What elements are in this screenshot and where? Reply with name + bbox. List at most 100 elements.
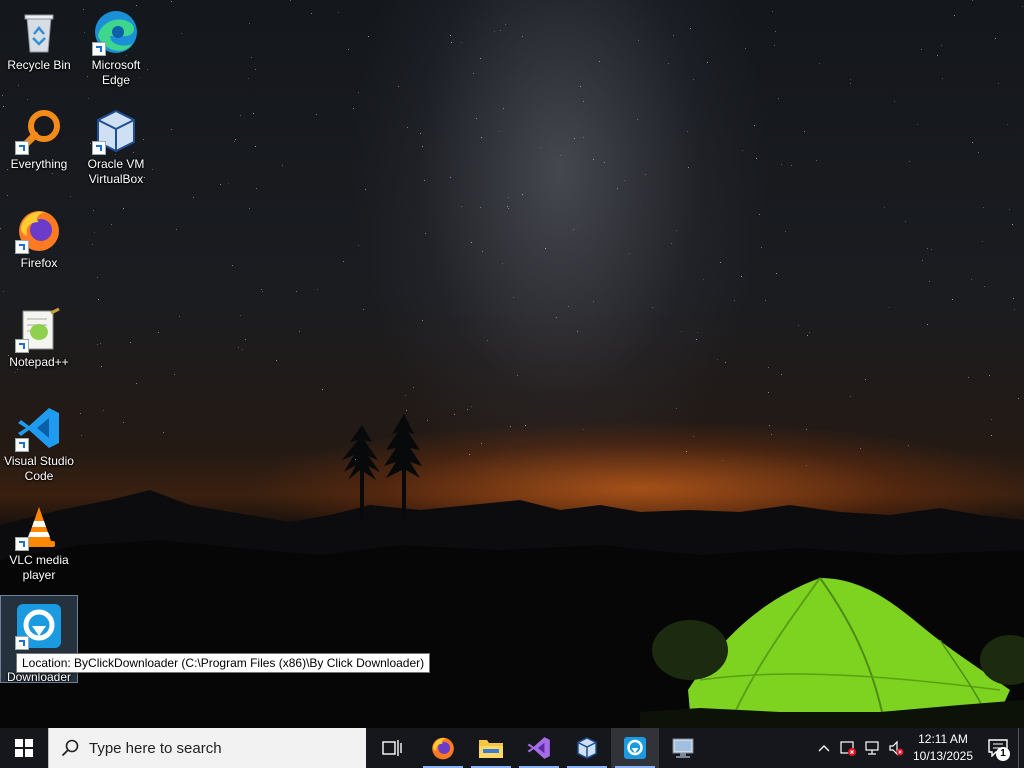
star-dot bbox=[865, 379, 866, 380]
taskbar-clock[interactable]: 12:11 AM 10/13/2025 bbox=[908, 731, 978, 765]
star-dot bbox=[583, 101, 584, 102]
star-dot bbox=[407, 127, 408, 128]
star-dot bbox=[510, 426, 511, 427]
star-dot bbox=[741, 276, 742, 277]
star-dot bbox=[696, 339, 697, 340]
star-dot bbox=[921, 49, 922, 50]
star-dot bbox=[234, 141, 235, 142]
star-dot bbox=[317, 289, 318, 290]
star-dot bbox=[807, 335, 808, 336]
star-dot bbox=[481, 137, 482, 138]
star-dot bbox=[574, 138, 575, 139]
taskbar-search-box[interactable]: Type here to search bbox=[48, 728, 366, 768]
taskbar-visual-studio[interactable] bbox=[515, 728, 563, 768]
star-dot bbox=[638, 40, 639, 41]
desktop-icon-firefox[interactable]: Firefox bbox=[1, 200, 77, 271]
taskbar-file-explorer[interactable] bbox=[467, 728, 515, 768]
star-dot bbox=[768, 392, 769, 393]
desktop-icon-everything[interactable]: Everything bbox=[1, 101, 77, 172]
desktop-icon-label: Microsoft Edge bbox=[91, 58, 141, 87]
search-icon bbox=[61, 739, 79, 757]
star-dot bbox=[508, 197, 509, 198]
star-dot bbox=[502, 263, 503, 264]
action-center-button[interactable]: 1 bbox=[978, 728, 1018, 768]
star-dot bbox=[316, 114, 317, 115]
desktop-icon-vlc[interactable]: VLC media player bbox=[1, 497, 77, 583]
star-dot bbox=[580, 86, 581, 87]
star-dot bbox=[774, 45, 775, 46]
task-view-icon bbox=[382, 740, 402, 756]
desktop-icon-notepadpp[interactable]: Notepad++ bbox=[1, 299, 77, 370]
star-dot bbox=[771, 434, 772, 435]
folder-icon bbox=[479, 740, 503, 758]
star-dot bbox=[816, 160, 817, 161]
star-dot bbox=[693, 436, 694, 437]
network-tray-icon[interactable] bbox=[860, 728, 884, 768]
star-dot bbox=[92, 244, 93, 245]
star-dot bbox=[850, 83, 851, 84]
star-dot bbox=[311, 13, 312, 14]
volume-tray-icon[interactable] bbox=[884, 728, 908, 768]
taskbar-byclickdownloader[interactable] bbox=[611, 728, 659, 768]
security-tray-icon[interactable] bbox=[836, 728, 860, 768]
star-dot bbox=[248, 78, 249, 79]
desktop-icon-recycle-bin[interactable]: Recycle Bin bbox=[1, 2, 77, 73]
chevron-up-icon bbox=[818, 745, 830, 752]
star-dot bbox=[991, 435, 992, 436]
star-dot bbox=[299, 331, 300, 332]
star-dot bbox=[508, 208, 509, 209]
star-dot bbox=[7, 195, 8, 196]
show-desktop-button[interactable] bbox=[1018, 728, 1024, 768]
star-dot bbox=[88, 98, 89, 99]
star-dot bbox=[577, 331, 578, 332]
star-dot bbox=[368, 36, 369, 37]
star-dot bbox=[941, 45, 942, 46]
star-dot bbox=[338, 12, 339, 13]
star-dot bbox=[450, 35, 451, 36]
taskbar-remote-desktop[interactable] bbox=[659, 728, 707, 768]
star-dot bbox=[282, 165, 283, 166]
desktop-icon-microsoft-edge[interactable]: Microsoft Edge bbox=[78, 2, 154, 88]
task-view-button[interactable] bbox=[368, 728, 416, 768]
star-dot bbox=[568, 306, 569, 307]
desktop-icon-label: Visual Studio Code bbox=[4, 454, 74, 483]
star-dot bbox=[989, 375, 990, 376]
star-dot bbox=[261, 289, 262, 290]
star-dot bbox=[968, 377, 969, 378]
star-dot bbox=[424, 180, 425, 181]
star-dot bbox=[804, 131, 805, 132]
star-dot bbox=[467, 409, 468, 410]
star-dot bbox=[348, 49, 349, 50]
star-dot bbox=[103, 410, 104, 411]
star-dot bbox=[461, 42, 462, 43]
taskbar-firefox[interactable] bbox=[419, 728, 467, 768]
visual-studio-icon bbox=[527, 737, 550, 759]
star-dot bbox=[573, 229, 574, 230]
show-hidden-icons-button[interactable] bbox=[812, 728, 836, 768]
virtualbox-icon bbox=[92, 107, 140, 155]
star-dot bbox=[652, 307, 653, 308]
star-dot bbox=[181, 33, 182, 34]
star-dot bbox=[617, 188, 618, 189]
star-dot bbox=[238, 347, 239, 348]
star-dot bbox=[937, 55, 938, 56]
star-dot bbox=[471, 406, 472, 407]
star-dot bbox=[471, 242, 472, 243]
shortcut-arrow-icon bbox=[15, 240, 29, 254]
star-dot bbox=[693, 79, 694, 80]
star-dot bbox=[761, 247, 762, 248]
desktop-icon-label: Notepad++ bbox=[9, 355, 69, 369]
start-button[interactable] bbox=[0, 728, 48, 768]
star-dot bbox=[522, 36, 523, 37]
star-dot bbox=[220, 184, 221, 185]
taskbar-virtualbox[interactable] bbox=[563, 728, 611, 768]
desktop-icon-virtualbox[interactable]: Oracle VM VirtualBox bbox=[78, 101, 154, 187]
star-dot bbox=[2, 95, 3, 96]
desktop-icon-vscode[interactable]: Visual Studio Code bbox=[1, 398, 77, 484]
star-dot bbox=[427, 420, 428, 421]
everything-search-icon bbox=[15, 107, 63, 155]
star-dot bbox=[363, 309, 364, 310]
star-dot bbox=[451, 42, 452, 43]
star-dot bbox=[717, 359, 718, 360]
star-dot bbox=[725, 362, 726, 363]
